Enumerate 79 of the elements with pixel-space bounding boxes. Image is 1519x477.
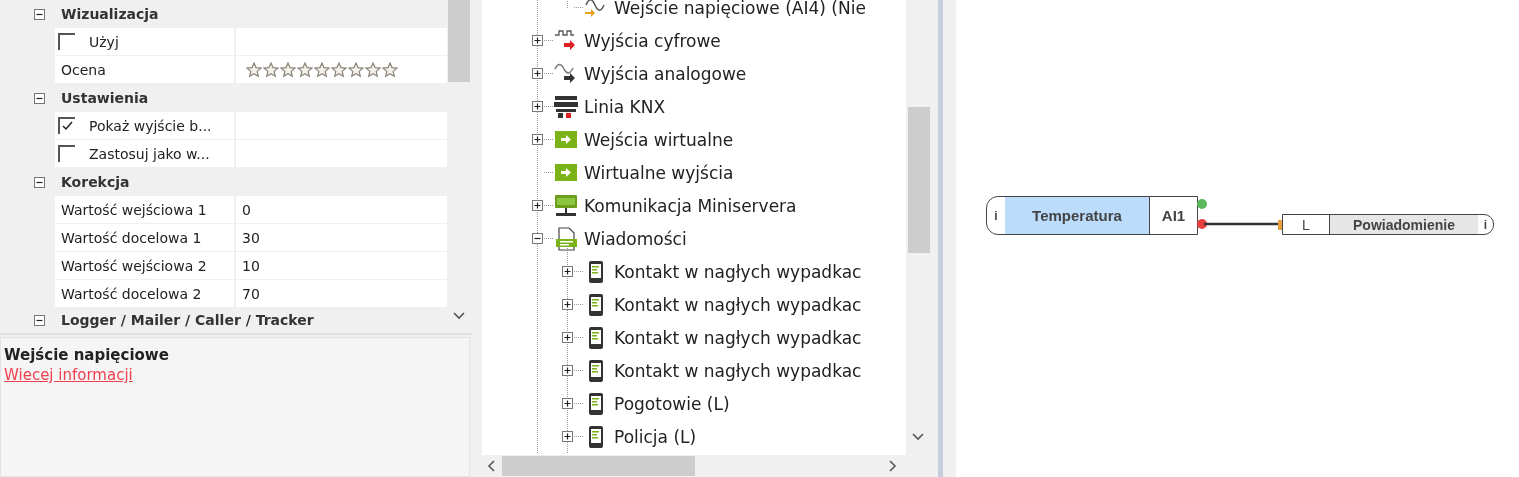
property-name: Wartość docelowa 1 xyxy=(61,229,202,246)
function-block[interactable]: i Temperatura AI1 xyxy=(986,196,1198,235)
star-icon xyxy=(331,61,347,78)
function-block[interactable]: L Powiadomienie i xyxy=(1282,214,1494,235)
property-name: Wartość wejściowa 2 xyxy=(61,257,207,274)
expand-icon[interactable] xyxy=(562,398,573,409)
scrollbar-thumb[interactable] xyxy=(502,456,695,476)
info-title: Wejście napięciowe xyxy=(4,345,170,365)
star-icon xyxy=(280,61,296,78)
star-icon xyxy=(348,61,364,78)
expand-icon[interactable] xyxy=(532,35,543,46)
star-icon xyxy=(263,61,279,78)
property-value[interactable]: 30 xyxy=(236,224,447,251)
star-icon xyxy=(314,61,330,78)
star-icon xyxy=(246,61,262,78)
scrollbar-thumb[interactable] xyxy=(908,107,930,253)
scrollbar-thumb[interactable] xyxy=(448,0,470,82)
collapse-icon[interactable] xyxy=(34,92,45,104)
tree-item[interactable]: Kontakt w nagłych wypadkac xyxy=(614,261,862,282)
property-name: Wartość docelowa 2 xyxy=(61,285,202,302)
star-icon xyxy=(297,61,313,78)
category-title: Korekcja xyxy=(60,174,130,190)
expand-icon[interactable] xyxy=(562,365,573,376)
star-icon xyxy=(382,61,398,78)
tree-item[interactable]: Wejście napięciowe (AI4) (Nie xyxy=(614,0,866,18)
checkbox[interactable] xyxy=(58,32,76,51)
expand-icon[interactable] xyxy=(532,68,543,79)
info-marker[interactable]: i xyxy=(1478,215,1493,234)
star-icon xyxy=(365,61,381,78)
port-label: L xyxy=(1301,215,1311,234)
log-file-icon xyxy=(554,226,578,251)
pulse-arrow-icon xyxy=(554,28,578,53)
property-name: Zastosuj jako w... xyxy=(88,145,210,162)
checkbox[interactable] xyxy=(58,144,76,163)
scroll-down-icon[interactable] xyxy=(453,312,465,320)
tree-item[interactable]: Linia KNX xyxy=(584,96,666,117)
collapse-icon[interactable] xyxy=(532,233,543,244)
expand-icon[interactable] xyxy=(562,299,573,310)
tree-item[interactable]: Wyjścia cyfrowe xyxy=(584,30,721,51)
tree-item[interactable]: Policja (L) xyxy=(614,426,697,447)
bus-icon xyxy=(554,94,578,119)
property-name: Wartość wejściowa 1 xyxy=(61,201,207,218)
tree-item[interactable]: Wiadomości xyxy=(584,228,687,249)
category-title: Wizualizacja xyxy=(60,6,159,22)
expand-icon[interactable] xyxy=(532,134,543,145)
tree-item[interactable]: Wirtualne wyjścia xyxy=(584,162,734,183)
checkbox[interactable] xyxy=(58,116,76,135)
tree-item[interactable]: Komunikacja Miniservera xyxy=(584,195,797,216)
property-value[interactable]: 0 xyxy=(236,196,447,223)
scroll-right-icon[interactable] xyxy=(889,460,897,472)
expand-icon[interactable] xyxy=(562,431,573,442)
expand-icon[interactable] xyxy=(532,200,543,211)
collapse-icon[interactable] xyxy=(34,176,45,188)
network-icon xyxy=(554,193,578,218)
category-title: Logger / Mailer / Caller / Tracker xyxy=(60,312,314,328)
collapse-icon[interactable] xyxy=(34,314,45,326)
property-name: Użyj xyxy=(88,33,119,50)
tree-item[interactable]: Pogotowie (L) xyxy=(614,393,730,414)
property-value[interactable]: 70 xyxy=(236,280,447,307)
tree-item[interactable]: Kontakt w nagłych wypadkac xyxy=(614,327,862,348)
collapse-icon[interactable] xyxy=(34,8,45,20)
scroll-down-icon[interactable] xyxy=(912,433,924,441)
expand-icon[interactable] xyxy=(562,266,573,277)
category-title: Ustawienia xyxy=(60,90,149,106)
expand-icon[interactable] xyxy=(562,332,573,343)
tree-item[interactable]: Kontakt w nagłych wypadkac xyxy=(614,294,862,315)
wave-arrow-icon xyxy=(554,61,578,86)
tree-item[interactable]: Wejścia wirtualne xyxy=(584,129,734,150)
scroll-left-icon[interactable] xyxy=(487,460,495,472)
info-marker[interactable]: i xyxy=(987,197,1005,234)
property-name: Ocena xyxy=(61,61,106,78)
wave-arrow-icon xyxy=(584,0,608,20)
property-name: Pokaż wyjście b... xyxy=(88,117,212,134)
block-name: Powiadomienie xyxy=(1329,215,1478,234)
expand-icon[interactable] xyxy=(532,101,543,112)
tree-item[interactable]: Kontakt w nagłych wypadkac xyxy=(614,360,862,381)
block-name: Temperatura xyxy=(1005,197,1149,234)
tree-item[interactable]: Wyjścia analogowe xyxy=(584,63,747,84)
property-value[interactable]: 10 xyxy=(236,252,447,279)
